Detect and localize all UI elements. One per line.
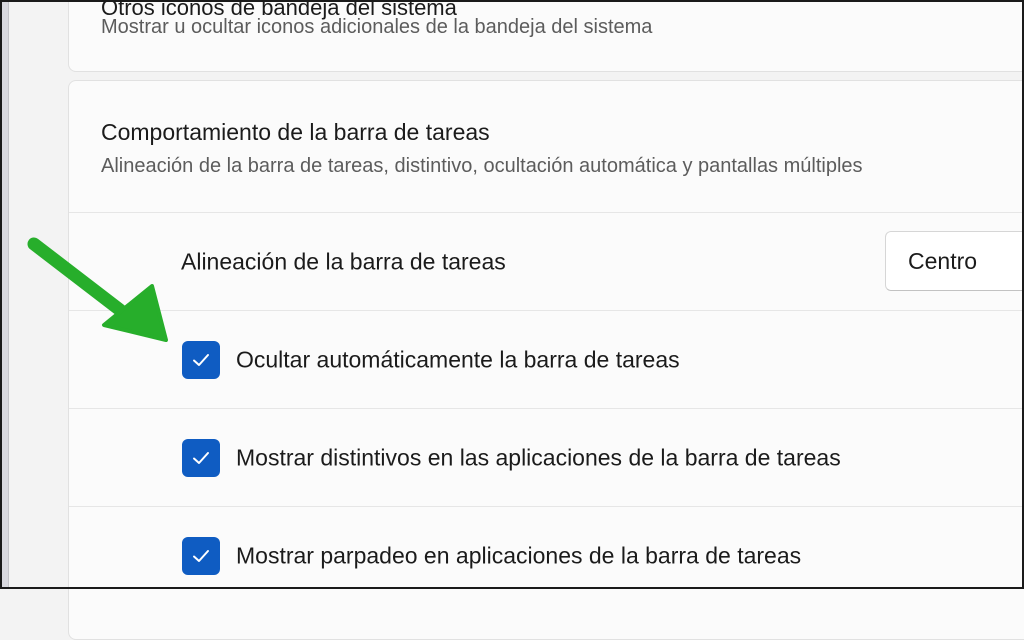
auto-hide-taskbar-label: Ocultar automáticamente la barra de tare… — [236, 346, 680, 372]
show-badges-checkbox[interactable] — [182, 439, 220, 477]
checkmark-icon — [193, 452, 209, 464]
show-badges-row[interactable]: Mostrar distintivos en las aplicaciones … — [69, 408, 1024, 506]
taskbar-alignment-dropdown[interactable]: Centro — [885, 231, 1024, 291]
green-arrow-annotation-icon — [27, 237, 168, 342]
taskbar-alignment-value: Centro — [908, 248, 978, 274]
show-badges-label: Mostrar distintivos en las aplicaciones … — [236, 444, 841, 470]
checkmark-icon — [193, 550, 209, 562]
show-flashing-checkbox[interactable] — [182, 537, 220, 575]
show-flashing-label: Mostrar parpadeo en aplicaciones de la b… — [236, 542, 802, 568]
show-flashing-row[interactable]: Mostrar parpadeo en aplicaciones de la b… — [69, 506, 1024, 604]
